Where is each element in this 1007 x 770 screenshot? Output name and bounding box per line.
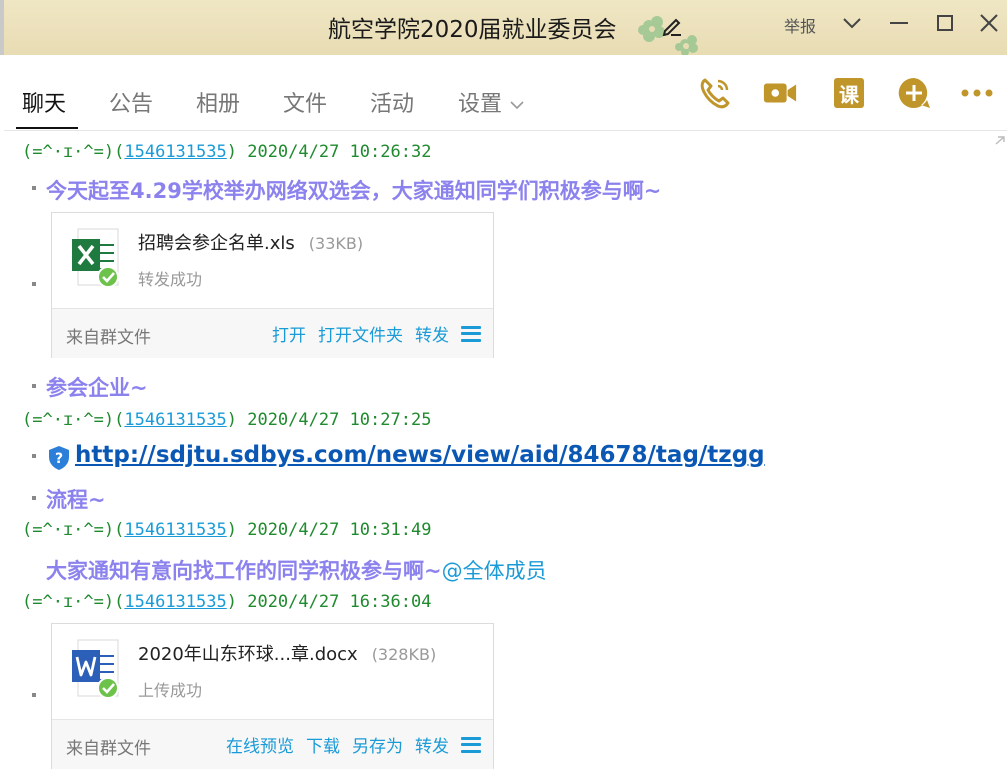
chevron-down-icon <box>843 18 861 29</box>
window-title: 航空学院2020届就业委员会 <box>328 17 617 43</box>
minimize-button[interactable] <box>886 10 912 36</box>
message-text: 参会企业~ <box>46 376 148 400</box>
file-size: (33KB) <box>308 234 364 253</box>
message-time: 2020/4/27 10:26:32 <box>247 142 432 162</box>
sender-name: (=^·ɪ·^=) <box>22 410 115 430</box>
tab-bar: 聊天 公告 相册 文件 活动 设置 课 <box>4 55 1007 131</box>
close-button[interactable] <box>976 10 1002 36</box>
message-header: (=^·ɪ·^=)(1546131535) 2020/4/27 10:26:32 <box>22 142 432 162</box>
course-icon: 课 <box>834 78 864 108</box>
file-card[interactable]: 2020年山东环球...章.docx (328KB) 上传成功 来自群文件 在线预… <box>51 623 494 769</box>
svg-text:?: ? <box>55 451 63 467</box>
excel-file-icon <box>72 228 119 288</box>
message-text: 流程~ <box>46 488 106 512</box>
message-header: (=^·ɪ·^=)(1546131535) 2020/4/27 10:27:25 <box>22 410 432 430</box>
active-tab-indicator <box>16 127 78 129</box>
tab-album[interactable]: 相册 <box>196 86 240 118</box>
download-link[interactable]: 下载 <box>306 732 340 757</box>
file-name: 招聘会参企名单.xls <box>138 233 295 254</box>
tab-settings-label: 设置 <box>458 92 503 117</box>
add-icon <box>898 77 930 108</box>
menu-icon[interactable] <box>461 325 481 342</box>
sender-name: (=^·ɪ·^=) <box>22 142 115 162</box>
message-text: 今天起至4.29学校举办网络双选会，大家通知同学们积极参与啊~ <box>46 179 662 203</box>
file-source: 来自群文件 <box>66 739 151 759</box>
open-file-link[interactable]: 打开 <box>272 321 306 346</box>
maximize-button[interactable] <box>932 10 958 36</box>
shield-icon: ? <box>49 446 69 470</box>
file-card[interactable]: 招聘会参企名单.xls (33KB) 转发成功 来自群文件 打开 打开文件夹 转发 <box>51 212 494 358</box>
sender-qq-link[interactable]: 1546131535 <box>124 142 226 162</box>
title-bar: 航空学院2020届就业委员会 举报 <box>0 0 1007 56</box>
file-status: 转发成功 <box>138 270 203 289</box>
tab-settings[interactable]: 设置 <box>458 86 524 118</box>
more-icon <box>961 89 993 97</box>
file-name: 2020年山东环球...章.docx <box>138 644 358 665</box>
sender-qq-link[interactable]: 1546131535 <box>124 520 226 540</box>
course-button[interactable]: 课 <box>831 75 867 111</box>
url-link[interactable]: http://sdjtu.sdbys.com/news/view/aid/846… <box>75 442 765 468</box>
file-status: 上传成功 <box>138 681 203 700</box>
forward-link[interactable]: 转发 <box>415 732 449 757</box>
file-card-info: 2020年山东环球...章.docx (328KB) 上传成功 <box>52 624 493 719</box>
chat-message-area[interactable]: (=^·ɪ·^=)(1546131535) 2020/4/27 10:26:32… <box>4 132 1007 770</box>
report-button[interactable]: 举报 <box>784 13 816 37</box>
file-card-footer: 来自群文件 打开 打开文件夹 转发 <box>52 308 493 358</box>
sender-qq-link[interactable]: 1546131535 <box>124 410 226 430</box>
tab-activity[interactable]: 活动 <box>370 86 414 118</box>
sender-qq-link[interactable]: 1546131535 <box>124 592 226 612</box>
file-size: (328KB) <box>371 645 437 664</box>
bullet-icon <box>32 496 36 500</box>
menu-icon[interactable] <box>461 736 481 753</box>
maximize-icon <box>937 15 953 31</box>
phone-icon <box>700 78 730 109</box>
save-as-link[interactable]: 另存为 <box>352 732 403 757</box>
tab-files[interactable]: 文件 <box>283 86 327 118</box>
message-time: 2020/4/27 10:31:49 <box>247 520 432 540</box>
bullet-icon <box>32 186 36 190</box>
message-header: (=^·ɪ·^=)(1546131535) 2020/4/27 10:31:49 <box>22 520 432 540</box>
message-time: 2020/4/27 16:36:04 <box>247 592 432 612</box>
message-header: (=^·ɪ·^=)(1546131535) 2020/4/27 16:36:04 <box>22 592 432 612</box>
message-time: 2020/4/27 10:27:25 <box>247 410 432 430</box>
tab-chat[interactable]: 聊天 <box>22 86 66 118</box>
bullet-icon <box>32 454 36 458</box>
voice-call-button[interactable] <box>697 75 733 111</box>
bullet-icon <box>32 693 36 697</box>
preview-link[interactable]: 在线预览 <box>226 732 294 757</box>
file-card-info: 招聘会参企名单.xls (33KB) 转发成功 <box>52 213 493 308</box>
edit-name-icon[interactable] <box>661 14 683 36</box>
add-button[interactable] <box>896 75 932 111</box>
message-body: 大家通知有意向找工作的同学积极参与啊~ <box>46 559 442 583</box>
sender-name: (=^·ɪ·^=) <box>22 592 115 612</box>
video-call-button[interactable] <box>762 75 798 111</box>
bullet-icon <box>32 282 36 286</box>
video-icon <box>763 83 797 103</box>
minimize-icon <box>890 22 908 24</box>
more-button[interactable] <box>959 75 995 111</box>
course-label: 课 <box>839 82 859 107</box>
word-file-icon <box>72 639 119 699</box>
file-source: 来自群文件 <box>66 328 151 348</box>
bullet-icon <box>32 384 36 388</box>
sender-name: (=^·ɪ·^=) <box>22 520 115 540</box>
mention-all-link[interactable]: @全体成员 <box>442 559 547 583</box>
dropdown-button[interactable] <box>839 10 865 36</box>
scroll-arrow-icon[interactable] <box>994 134 1006 146</box>
close-icon <box>980 14 998 32</box>
open-folder-link[interactable]: 打开文件夹 <box>318 321 403 346</box>
chevron-down-icon <box>510 100 524 109</box>
message-text: 大家通知有意向找工作的同学积极参与啊~@全体成员 <box>46 555 547 585</box>
forward-link[interactable]: 转发 <box>415 321 449 346</box>
tab-announcement[interactable]: 公告 <box>109 86 153 118</box>
file-card-footer: 来自群文件 在线预览 下载 另存为 转发 <box>52 719 493 769</box>
